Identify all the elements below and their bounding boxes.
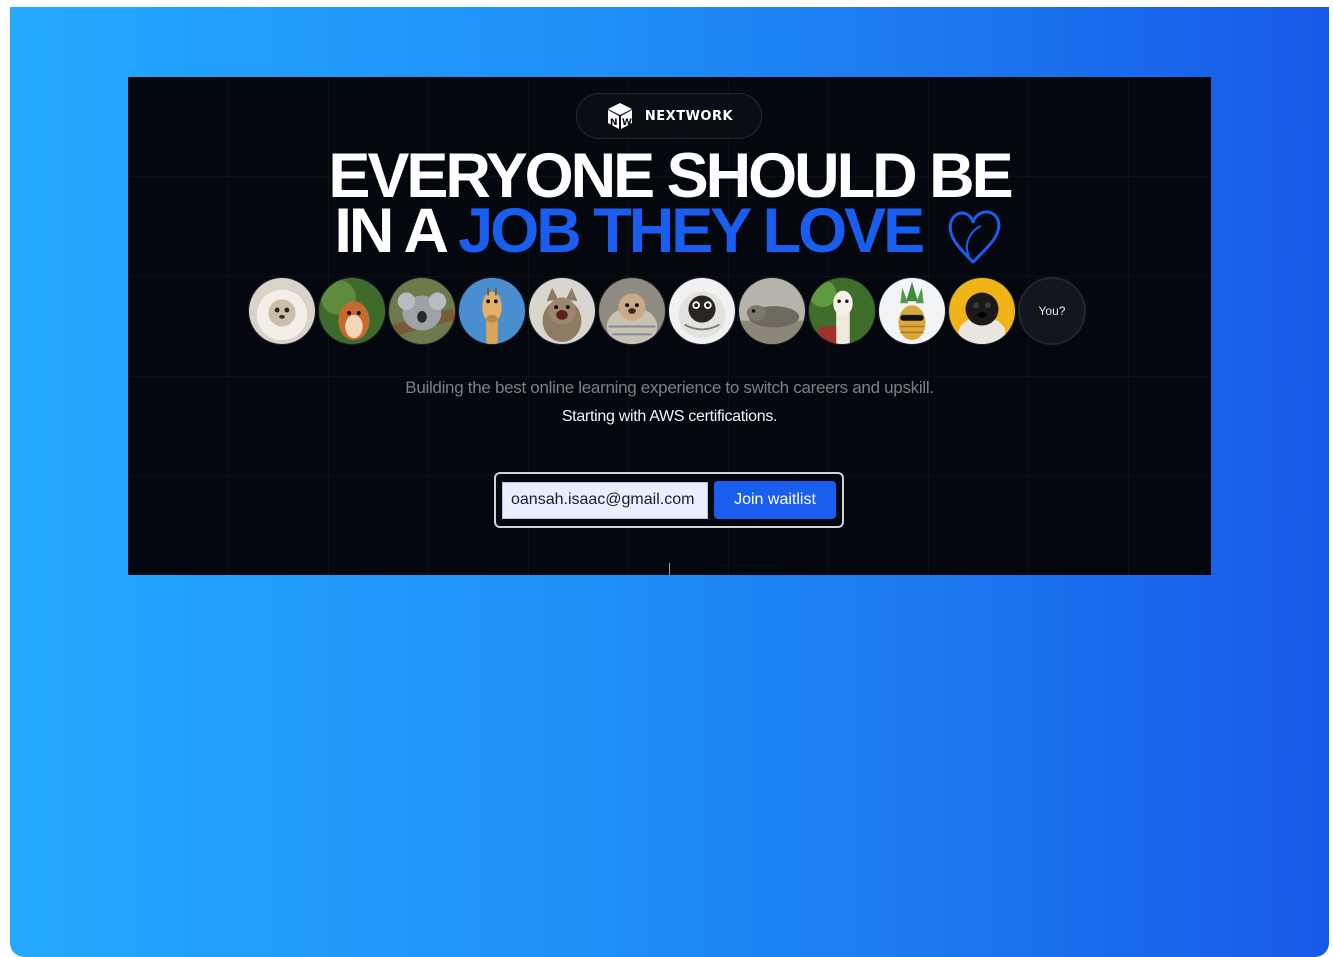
subtitle-line-2: Starting with AWS certifications.: [561, 408, 778, 425]
giraffe-avatar: [458, 277, 526, 345]
svg-text:W: W: [622, 118, 632, 128]
hero-section: N W NEXTWORK EVERYONE SHOULD BE IN A JOB…: [128, 77, 1211, 575]
pineapple-avatar: [878, 277, 946, 345]
headline: EVERYONE SHOULD BE IN A JOB THEY LOVE: [128, 145, 1211, 273]
alpaca-avatar: [808, 277, 876, 345]
seal-avatar: [738, 277, 806, 345]
squirrel-avatar: [318, 277, 386, 345]
cat-avatar: [528, 277, 596, 345]
brand-name: NEXTWORK: [644, 108, 734, 124]
heart-outline-icon: [943, 204, 1005, 273]
headline-accent: JOB THEY LOVE: [458, 196, 925, 266]
nextwork-logo-icon: N W: [605, 101, 635, 131]
brand-pill[interactable]: N W NEXTWORK: [576, 93, 762, 139]
koala-avatar: [388, 277, 456, 345]
pug-blanket-avatar: [598, 277, 666, 345]
scroll-indicator: [669, 563, 670, 575]
email-input[interactable]: [502, 481, 708, 519]
you-avatar: You?: [1018, 277, 1086, 345]
lion-dog-avatar: [248, 277, 316, 345]
headline-prefix: IN A: [334, 196, 446, 266]
pug-hoodie-avatar: [668, 277, 736, 345]
svg-text:N: N: [610, 118, 618, 128]
browser-frame: N W NEXTWORK EVERYONE SHOULD BE IN A JOB…: [10, 7, 1329, 957]
headline-line-2: IN A JOB THEY LOVE: [128, 200, 1211, 273]
join-waitlist-button[interactable]: Join waitlist: [714, 481, 836, 519]
waitlist-form: Join waitlist: [494, 472, 844, 528]
subtitle-line-1: Building the best online learning experi…: [405, 378, 934, 397]
avatar-row: You?: [248, 277, 1086, 345]
pug-yellow-avatar: [948, 277, 1016, 345]
